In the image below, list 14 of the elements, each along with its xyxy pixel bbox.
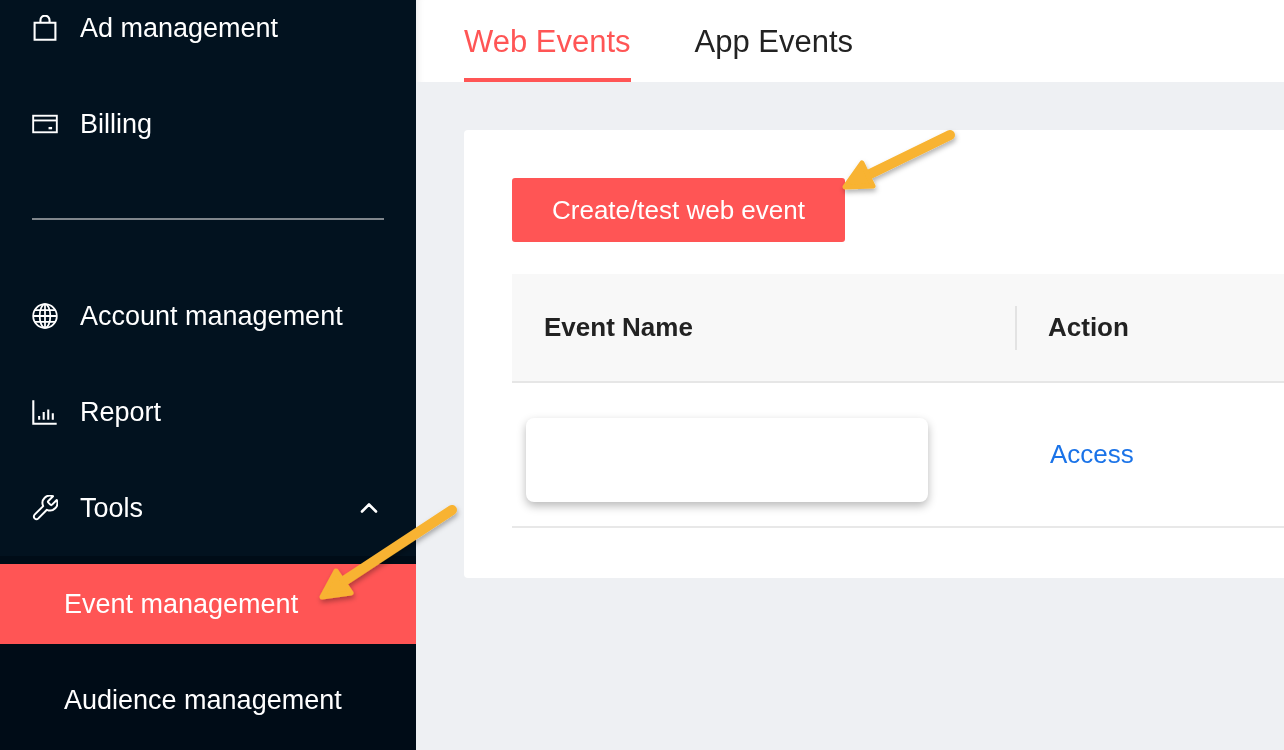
tab[interactable]: App Events [694, 0, 854, 82]
access-link[interactable]: Access [1050, 439, 1134, 470]
nav-item[interactable]: Account management [32, 288, 384, 344]
wrench-icon [32, 495, 58, 521]
nav-item[interactable]: Tools [32, 480, 384, 536]
globe-icon [32, 303, 58, 329]
shopping-bag-icon [32, 15, 58, 41]
submenu-item[interactable]: Audience management [0, 660, 416, 740]
nav-item[interactable]: Billing [32, 96, 384, 152]
nav-item[interactable]: Report [32, 384, 384, 440]
column-header: Action [1047, 312, 1129, 343]
nav-item[interactable]: Ad management [32, 0, 384, 56]
column-header: Event Name [543, 312, 694, 343]
bar-chart-icon [32, 399, 58, 425]
